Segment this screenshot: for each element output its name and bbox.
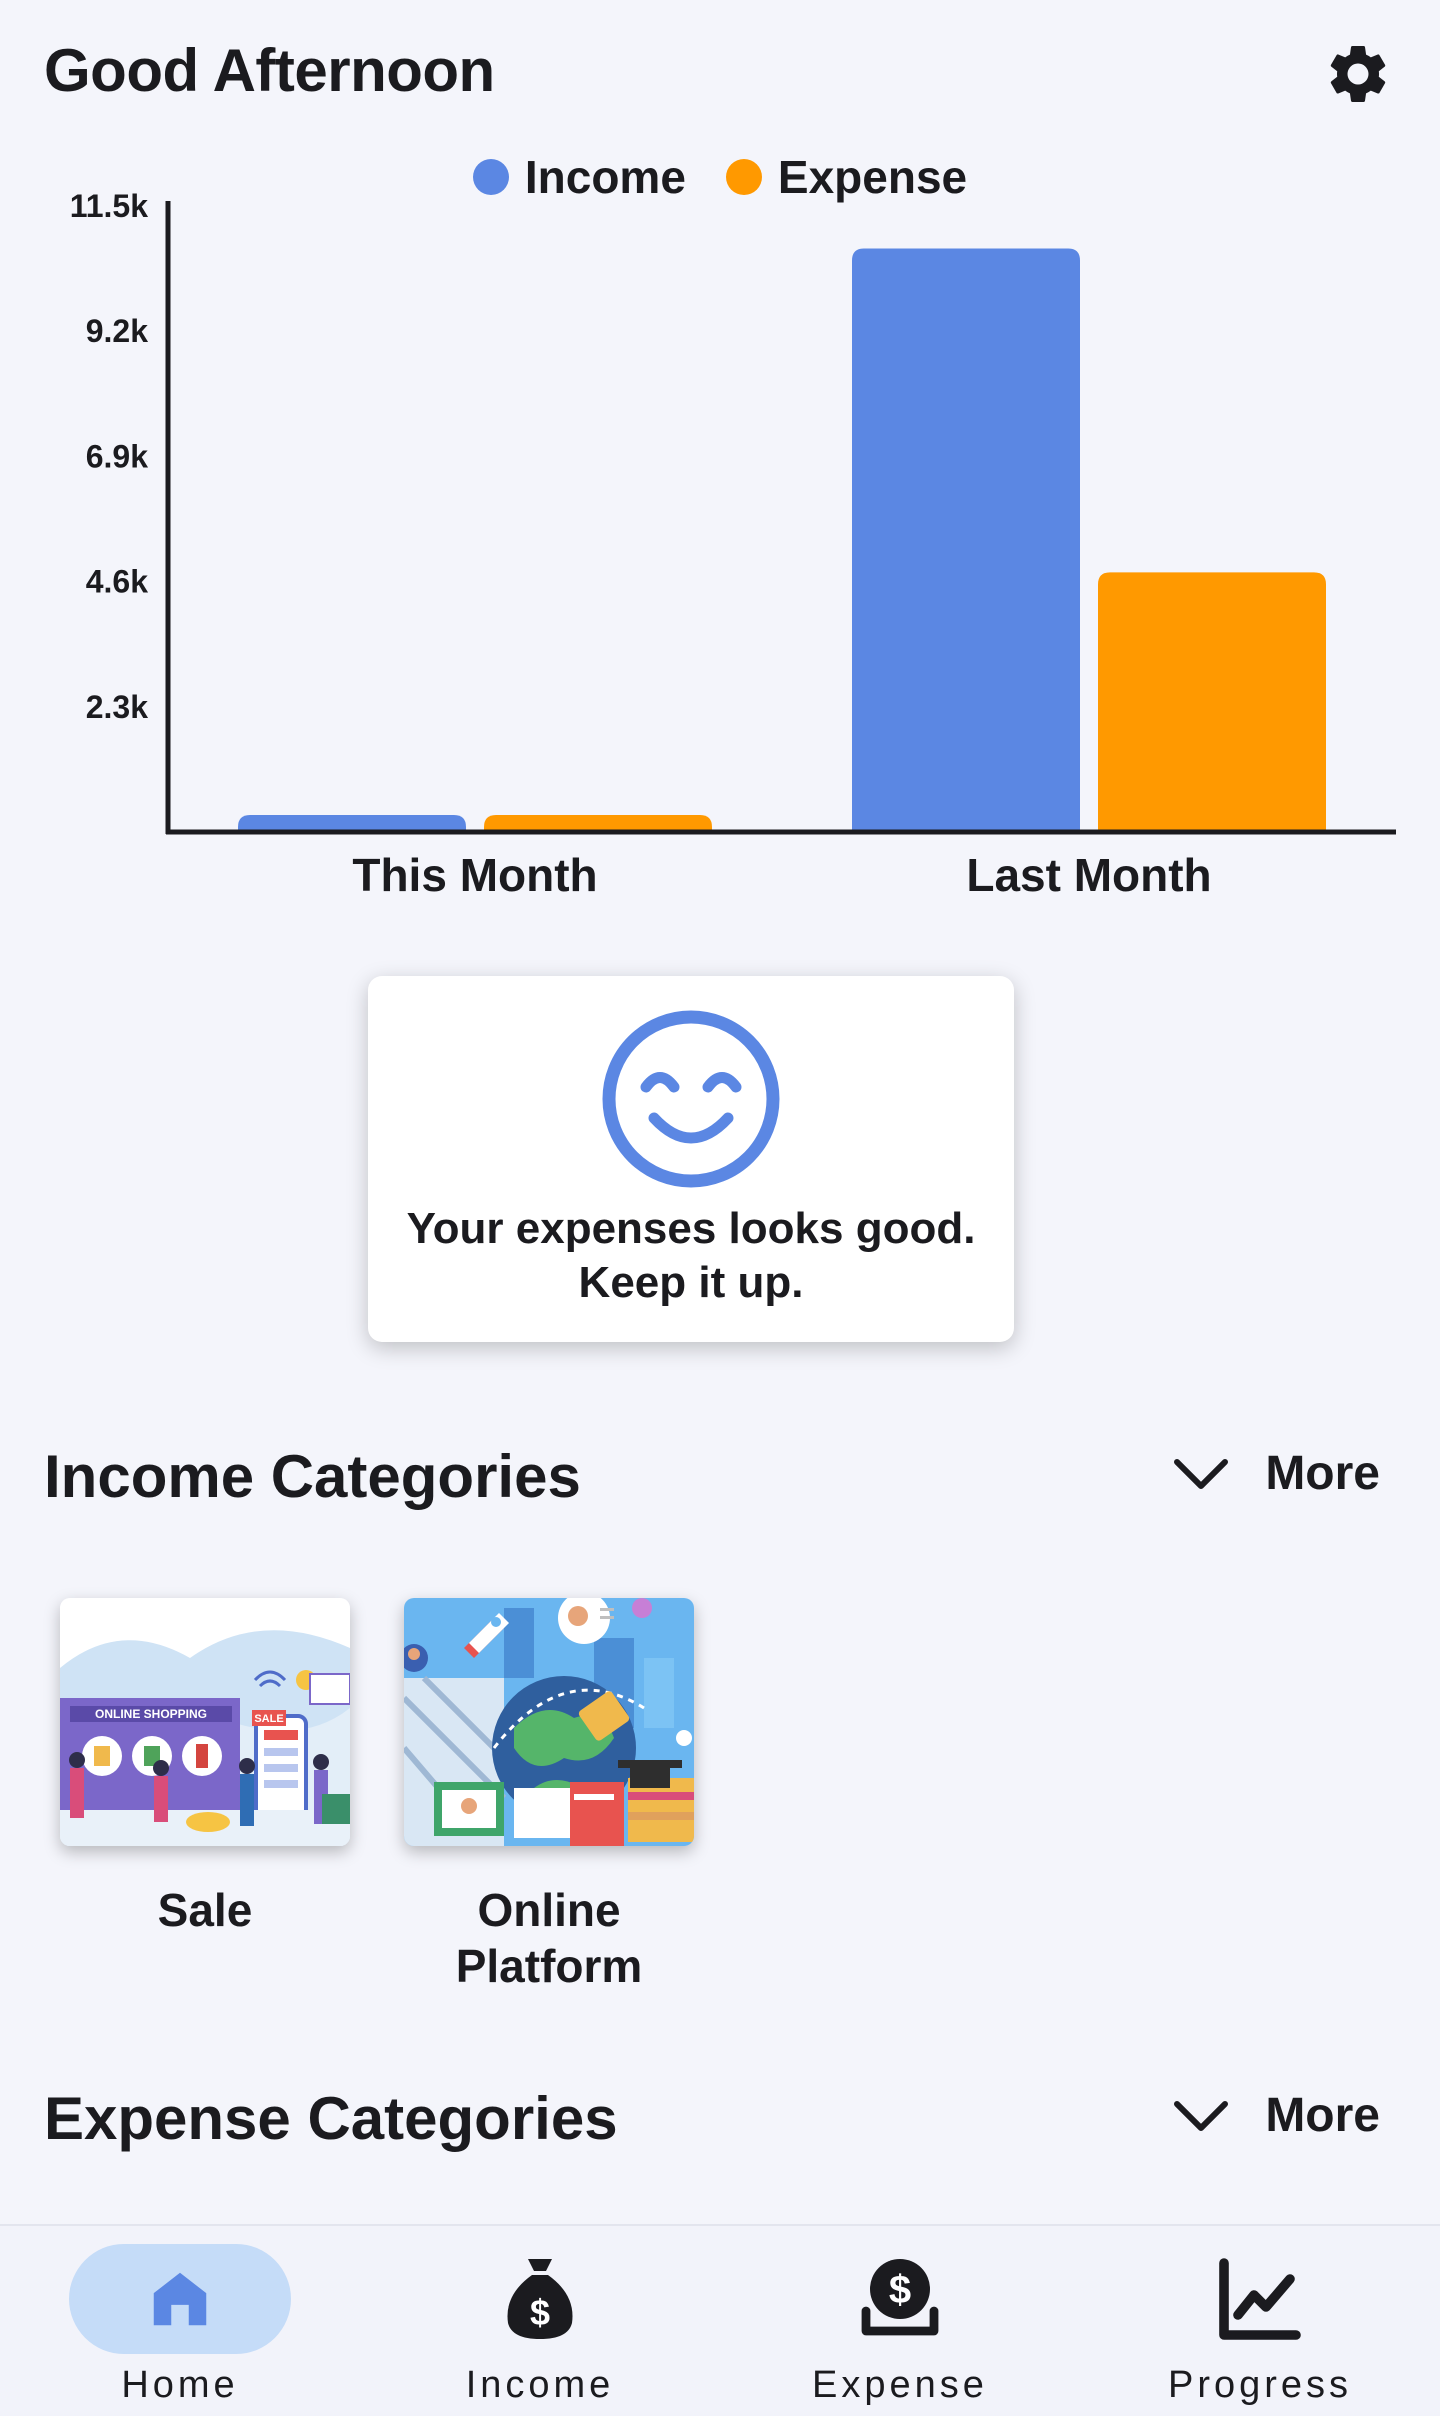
home-icon — [153, 2272, 207, 2326]
nav-item-expense[interactable]: $ Expense — [720, 2226, 1080, 2416]
sale-tag-text: SALE — [254, 1713, 283, 1725]
y-tick-label: 4.6k — [86, 564, 148, 600]
money-bag-icon: $ — [507, 2259, 573, 2339]
y-tick-label: 11.5k — [70, 188, 149, 224]
income-expense-chart: Income Expense 2.3k 4.6k 6.9k 9.2k 11.5k This… — [0, 140, 1440, 920]
nav-label-progress: Progress — [1167, 2364, 1353, 2406]
nav-item-income[interactable]: $ Income — [360, 2226, 720, 2416]
bar-income-0 — [238, 815, 466, 831]
x-tick-label: Last Month — [966, 849, 1211, 901]
chart-plot: 2.3k 4.6k 6.9k 9.2k 11.5k This Month Last Mont… — [70, 188, 1396, 901]
feedback-line-1: Your expenses looks good. — [406, 1204, 976, 1253]
category-card-sale[interactable]: ONLINE SHOPPING SALE Sale — [60, 1598, 350, 1938]
category-label-line-2: Platform — [455, 1940, 643, 1992]
bottom-navigation: Home $ Income $ Expense Progress — [0, 2224, 1440, 2416]
y-tick-label: 9.2k — [86, 313, 148, 349]
banner-text: ONLINE SHOPPING — [95, 1707, 207, 1721]
nav-item-home[interactable]: Home — [0, 2226, 360, 2416]
expense-coin-icon: $ — [861, 2259, 939, 2336]
chevron-down-icon — [1174, 1458, 1229, 1489]
expense-categories-title: Expense Categories — [44, 2085, 618, 2152]
nav-active-indicator — [69, 2244, 291, 2354]
app-header: Good Afternoon — [0, 0, 1440, 150]
more-label: More — [1265, 1447, 1380, 1500]
income-categories-title: Income Categories — [44, 1443, 581, 1510]
nav-item-progress[interactable]: Progress — [1080, 2226, 1440, 2416]
nav-label-expense: Expense — [812, 2364, 988, 2406]
nav-label-home: Home — [121, 2364, 239, 2406]
greeting-title: Good Afternoon — [44, 37, 495, 104]
expense-feedback-card: Your expenses looks good. Keep it up. — [368, 976, 1014, 1342]
more-label: More — [1265, 2089, 1380, 2142]
trend-chart-icon — [1219, 2258, 1301, 2340]
category-label: Online Platform — [404, 1882, 694, 1994]
income-categories-header: Income Categories More — [0, 1432, 1440, 1522]
feedback-line-2: Keep it up. — [578, 1258, 804, 1307]
bar-expense-1 — [1098, 572, 1326, 831]
expense-more-button[interactable]: More — [1173, 2088, 1380, 2143]
gear-icon — [1330, 45, 1386, 102]
nav-label-income: Income — [465, 2364, 615, 2406]
online-shopping-illustration: ONLINE SHOPPING SALE — [60, 1598, 350, 1846]
y-tick-label: 6.9k — [86, 438, 148, 474]
x-tick-label: This Month — [352, 849, 597, 901]
feedback-message: Your expenses looks good. Keep it up. — [368, 1202, 1014, 1310]
category-label-line-1: Online — [477, 1884, 621, 1936]
smiley-icon — [602, 1010, 780, 1188]
bar-income-1 — [852, 248, 1080, 831]
expense-categories-header: Expense Categories More — [0, 2074, 1440, 2164]
bar-expense-0 — [484, 815, 712, 831]
income-more-button[interactable]: More — [1173, 1446, 1380, 1501]
settings-button[interactable] — [1320, 36, 1396, 112]
category-card-online-platform[interactable]: Online Platform — [404, 1598, 694, 1994]
chevron-down-icon — [1174, 2100, 1229, 2131]
online-platform-illustration — [404, 1598, 694, 1846]
y-tick-label: 2.3k — [86, 689, 148, 725]
svg-text:$: $ — [889, 2268, 911, 2312]
svg-text:$: $ — [530, 2292, 550, 2333]
category-label: Sale — [157, 1884, 253, 1936]
